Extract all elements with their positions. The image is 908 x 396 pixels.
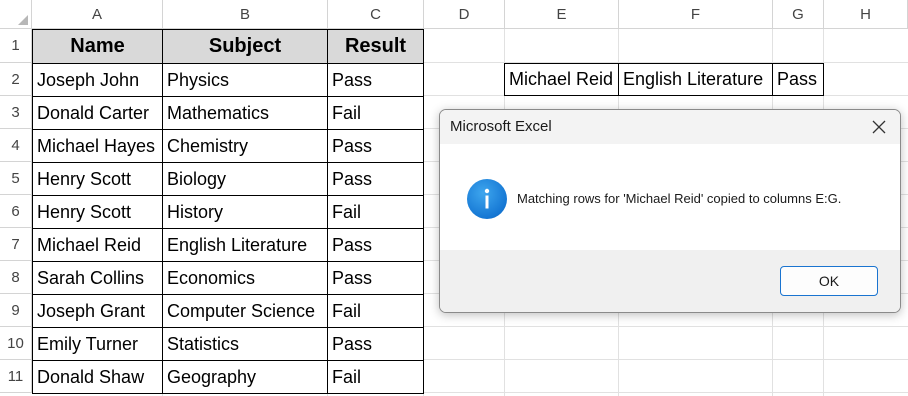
table-cell[interactable]: Pass	[327, 327, 424, 361]
table-cell[interactable]: Henry Scott	[32, 195, 163, 229]
column-header-c[interactable]: C	[328, 0, 424, 29]
ok-button[interactable]: OK	[780, 266, 878, 296]
table-cell[interactable]: Emily Turner	[32, 327, 163, 361]
row-header-4[interactable]: 4	[0, 129, 32, 162]
row-header-10[interactable]: 10	[0, 327, 32, 360]
header-cell-name[interactable]: Name	[32, 29, 163, 64]
column-header-g[interactable]: G	[773, 0, 824, 29]
table-cell[interactable]: Donald Carter	[32, 96, 163, 130]
table-cell[interactable]: Biology	[162, 162, 328, 196]
table-cell[interactable]: Statistics	[162, 327, 328, 361]
row-header-5[interactable]: 5	[0, 162, 32, 195]
table-cell[interactable]: Joseph John	[32, 63, 163, 97]
table-cell[interactable]: Fail	[327, 294, 424, 328]
column-header-b[interactable]: B	[163, 0, 328, 29]
row-header-11[interactable]: 11	[0, 360, 32, 393]
row-header-8[interactable]: 8	[0, 261, 32, 294]
table-cell[interactable]: Chemistry	[162, 129, 328, 163]
result-cell-name[interactable]: Michael Reid	[504, 63, 619, 96]
table-cell[interactable]: Pass	[327, 162, 424, 196]
table-cell[interactable]: Economics	[162, 261, 328, 295]
info-icon	[467, 179, 507, 219]
dialog-body: Matching rows for 'Michael Reid' copied …	[440, 144, 900, 250]
header-cell-subject[interactable]: Subject	[162, 29, 328, 64]
row-header-9[interactable]: 9	[0, 294, 32, 327]
table-cell[interactable]: Geography	[162, 360, 328, 394]
table-cell[interactable]: Fail	[327, 96, 424, 130]
table-cell[interactable]: Sarah Collins	[32, 261, 163, 295]
row-header-2[interactable]: 2	[0, 63, 32, 96]
table-cell[interactable]: Mathematics	[162, 96, 328, 130]
table-cell[interactable]: History	[162, 195, 328, 229]
table-cell[interactable]: English Literature	[162, 228, 328, 262]
select-all-corner[interactable]	[0, 0, 32, 29]
column-header-f[interactable]: F	[619, 0, 773, 29]
dialog-title-bar[interactable]: Microsoft Excel	[440, 110, 900, 144]
column-header-d[interactable]: D	[424, 0, 505, 29]
dialog-footer: OK	[440, 250, 900, 312]
table-cell[interactable]: Henry Scott	[32, 162, 163, 196]
message-box-dialog: Microsoft Excel Matching rows for 'Micha…	[439, 109, 901, 313]
table-cell[interactable]: Pass	[327, 261, 424, 295]
result-cell-subject[interactable]: English Literature	[618, 63, 773, 96]
dialog-title: Microsoft Excel	[450, 118, 552, 135]
table-cell[interactable]: Michael Hayes	[32, 129, 163, 163]
table-cell[interactable]: Fail	[327, 360, 424, 394]
row-header-6[interactable]: 6	[0, 195, 32, 228]
row-header-7[interactable]: 7	[0, 228, 32, 261]
table-cell[interactable]: Pass	[327, 228, 424, 262]
header-cell-result[interactable]: Result	[327, 29, 424, 64]
table-cell[interactable]: Donald Shaw	[32, 360, 163, 394]
close-button[interactable]	[864, 113, 894, 141]
table-cell[interactable]: Pass	[327, 63, 424, 97]
table-cell[interactable]: Joseph Grant	[32, 294, 163, 328]
close-icon	[872, 120, 886, 134]
dialog-message: Matching rows for 'Michael Reid' copied …	[517, 191, 842, 206]
table-cell[interactable]: Physics	[162, 63, 328, 97]
result-cell-result[interactable]: Pass	[772, 63, 824, 96]
row-header-3[interactable]: 3	[0, 96, 32, 129]
table-cell[interactable]: Computer Science	[162, 294, 328, 328]
table-cell[interactable]: Michael Reid	[32, 228, 163, 262]
table-cell[interactable]: Pass	[327, 129, 424, 163]
table-cell[interactable]: Fail	[327, 195, 424, 229]
row-header-1[interactable]: 1	[0, 29, 32, 63]
column-header-e[interactable]: E	[505, 0, 619, 29]
column-header-h[interactable]: H	[824, 0, 908, 29]
column-header-a[interactable]: A	[32, 0, 163, 29]
